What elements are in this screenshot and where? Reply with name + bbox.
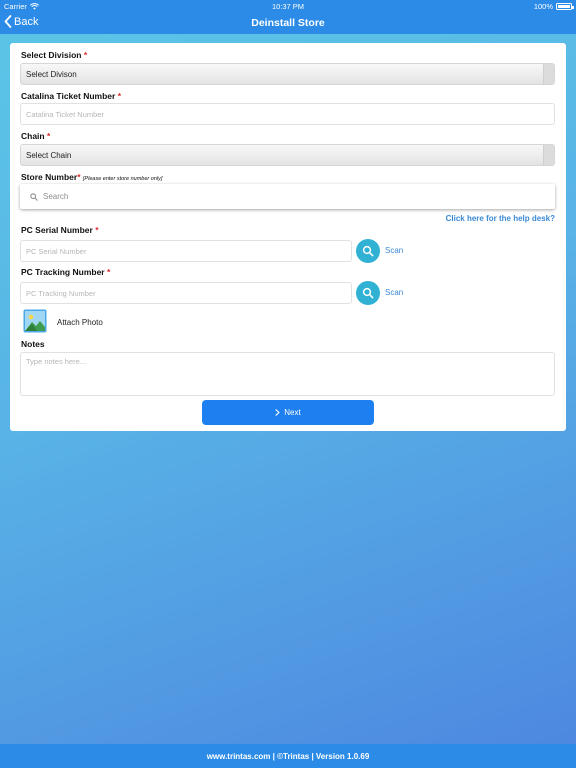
form-card: Select Division * Select Divison Catalin… [10, 43, 566, 431]
store-number-label: Store Number* [Please enter store number… [21, 172, 163, 182]
battery-info: 100% [533, 2, 574, 11]
footer-text: www.trintas.com | ©Trintas | Version 1.0… [206, 751, 370, 761]
required-mark: * [117, 91, 122, 101]
chain-select-value: Select Chain [26, 151, 72, 160]
ticket-label: Catalina Ticket Number * [21, 91, 122, 101]
pc-tracking-scan-button[interactable] [356, 281, 380, 305]
magnifier-icon [362, 287, 374, 299]
required-mark: * [77, 172, 81, 182]
required-mark: * [83, 50, 88, 60]
photo-icon[interactable] [23, 309, 47, 333]
dropdown-arrow-icon [543, 145, 554, 165]
search-icon [30, 192, 38, 201]
chain-label: Chain * [21, 131, 51, 141]
status-bar: Carrier 10:37 PM 100% [0, 0, 576, 12]
pc-serial-input[interactable]: PC Serial Number [20, 240, 352, 262]
battery-percent: 100% [533, 2, 553, 11]
help-desk-link[interactable]: Click here for the help desk? [446, 214, 555, 223]
footer: www.trintas.com | ©Trintas | Version 1.0… [0, 744, 576, 768]
required-mark: * [106, 267, 111, 277]
dropdown-arrow-icon [543, 64, 554, 84]
attach-photo-label[interactable]: Attach Photo [57, 318, 103, 327]
pc-serial-scan-link[interactable]: Scan [385, 246, 403, 255]
notes-label: Notes [21, 339, 45, 349]
search-placeholder: Search [43, 192, 69, 201]
next-label: Next [284, 408, 301, 417]
store-search-input[interactable]: Search [20, 184, 555, 209]
battery-icon [556, 3, 574, 10]
pc-serial-scan-button[interactable] [356, 239, 380, 263]
division-select-value: Select Divison [26, 70, 77, 79]
pc-tracking-scan-link[interactable]: Scan [385, 288, 403, 297]
clock: 10:37 PM [271, 2, 305, 11]
navigation-bar: Back Deinstall Store [0, 12, 576, 34]
store-number-hint: [Please enter store number only] [82, 176, 163, 182]
notes-textarea[interactable]: Type notes here... [20, 352, 555, 396]
ticket-number-input[interactable]: Catalina Ticket Number [20, 103, 555, 125]
next-button[interactable]: Next [202, 400, 374, 425]
division-label: Select Division * [21, 50, 88, 60]
magnifier-icon [362, 245, 374, 257]
required-mark: * [95, 225, 99, 235]
chevron-right-icon [275, 409, 280, 416]
division-select[interactable]: Select Divison [20, 63, 555, 85]
chain-select[interactable]: Select Chain [20, 144, 555, 166]
pc-tracking-input[interactable]: PC Tracking Number [20, 282, 352, 304]
pc-serial-label: PC Serial Number * [21, 225, 99, 235]
required-mark: * [47, 131, 51, 141]
pc-tracking-label: PC Tracking Number * [21, 267, 111, 277]
page-title: Deinstall Store [251, 17, 325, 29]
